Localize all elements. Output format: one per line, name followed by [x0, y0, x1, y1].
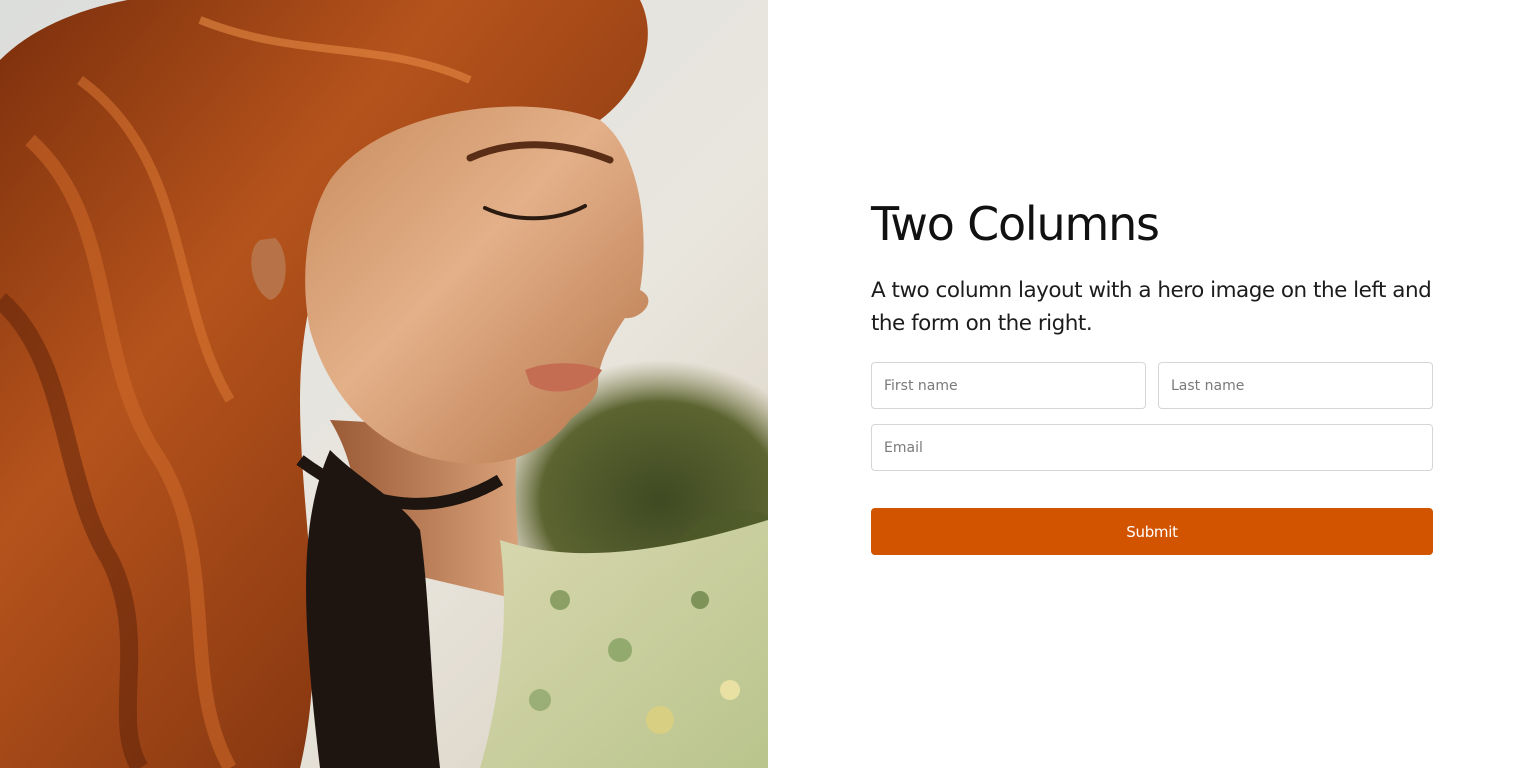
- portrait-photo-icon: [0, 0, 768, 768]
- name-row: [871, 362, 1433, 409]
- form-panel: Two Columns A two column layout with a h…: [768, 0, 1536, 768]
- hero-image: [0, 0, 768, 768]
- page-title: Two Columns: [871, 197, 1160, 251]
- email-field[interactable]: [871, 424, 1433, 471]
- page-subtitle: A two column layout with a hero image on…: [871, 278, 1432, 336]
- last-name-field[interactable]: [1158, 362, 1433, 409]
- page: Two Columns A two column layout with a h…: [0, 0, 1536, 768]
- email-row: [871, 424, 1433, 471]
- first-name-field[interactable]: [871, 362, 1146, 409]
- submit-button[interactable]: Submit: [871, 508, 1433, 555]
- signup-form: Two Columns A two column layout with a h…: [871, 196, 1433, 555]
